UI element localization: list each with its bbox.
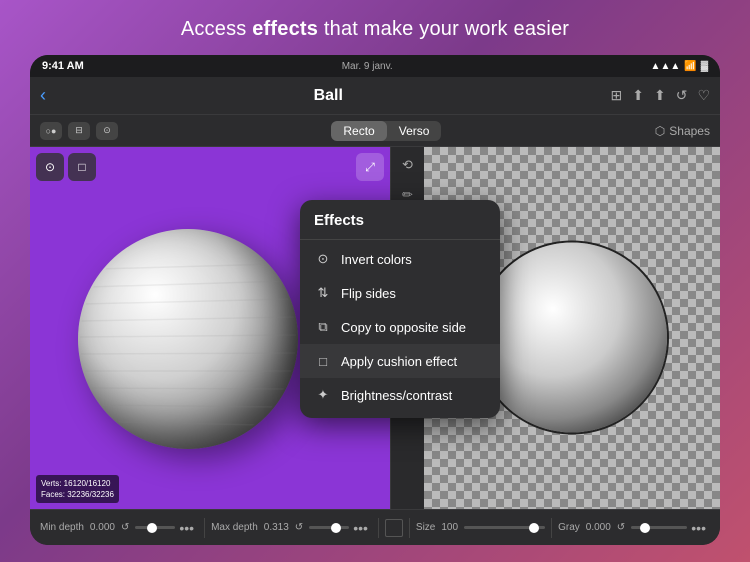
canvas-btn-top-right: ⤢ bbox=[356, 153, 384, 181]
tabs-left: ○● ⊟ ⊙ bbox=[40, 122, 118, 140]
invert-icon: ⊙ bbox=[314, 250, 332, 268]
headline: Access effects that make your work easie… bbox=[181, 18, 569, 41]
size-value: 100 bbox=[441, 522, 458, 533]
bottom-bar: Min depth 0.000 ↺ ••• Max depth 0.313 ↺ … bbox=[30, 509, 720, 545]
max-depth-label: Max depth bbox=[211, 522, 258, 533]
max-depth-reset[interactable]: ↺ bbox=[295, 522, 303, 533]
gray-control: Gray 0.000 ↺ bbox=[558, 522, 687, 533]
shapes-button[interactable]: ⬡ Shapes bbox=[655, 124, 710, 138]
effect-brightness[interactable]: ✦ Brightness/contrast bbox=[300, 378, 500, 412]
tab-verso[interactable]: Verso bbox=[387, 121, 442, 141]
recto-verso-tabs: Recto Verso bbox=[331, 121, 441, 141]
gray-value: 0.000 bbox=[586, 522, 611, 533]
effect-copy-opposite[interactable]: ⧉ Copy to opposite side bbox=[300, 310, 500, 344]
share-icon[interactable]: ⬆ bbox=[654, 87, 666, 104]
gradient-ball bbox=[477, 243, 667, 433]
size-label: Size bbox=[416, 522, 435, 533]
min-depth-label: Min depth bbox=[40, 522, 84, 533]
flip-icon: ⇅ bbox=[314, 284, 332, 302]
status-date: Mar. 9 janv. bbox=[342, 61, 393, 72]
max-depth-value: 0.313 bbox=[264, 522, 289, 533]
3d-tool-2[interactable]: □ bbox=[68, 153, 96, 181]
grid-icon[interactable]: ⊞ bbox=[611, 87, 623, 104]
battery-icon: ▓ bbox=[701, 61, 708, 72]
tool-rotate[interactable]: ⟲ bbox=[394, 151, 422, 179]
more-btn-1[interactable]: ••• bbox=[175, 520, 198, 536]
view-mode-2[interactable]: ⊟ bbox=[68, 122, 90, 140]
fullscreen-button[interactable]: ⤢ bbox=[356, 153, 384, 181]
view-mode-1[interactable]: ○● bbox=[40, 122, 62, 140]
effect-flip-sides[interactable]: ⇅ Flip sides bbox=[300, 276, 500, 310]
size-control: Size 100 bbox=[416, 522, 545, 533]
view-mode-3[interactable]: ⊙ bbox=[96, 122, 118, 140]
ipad-frame: 9:41 AM Mar. 9 janv. ▲▲▲ 📶 ▓ ‹ Ball ⊞ ⬆ … bbox=[30, 55, 720, 545]
max-depth-slider[interactable] bbox=[309, 526, 349, 529]
min-depth-control: Min depth 0.000 ↺ bbox=[40, 522, 175, 533]
more-btn-2[interactable]: ••• bbox=[349, 520, 372, 536]
effect-cushion[interactable]: □ Apply cushion effect bbox=[300, 344, 500, 378]
min-depth-slider[interactable] bbox=[135, 526, 175, 529]
max-depth-control: Max depth 0.313 ↺ bbox=[211, 522, 349, 533]
wifi-icon: 📶 bbox=[684, 61, 696, 72]
more-btn-3[interactable]: ••• bbox=[687, 520, 710, 536]
size-slider[interactable] bbox=[464, 526, 545, 529]
status-bar: 9:41 AM Mar. 9 janv. ▲▲▲ 📶 ▓ bbox=[30, 55, 720, 77]
effects-title: Effects bbox=[300, 212, 500, 237]
gray-label: Gray bbox=[558, 522, 580, 533]
brightness-icon: ✦ bbox=[314, 386, 332, 404]
heart-icon[interactable]: ♡ bbox=[697, 87, 710, 104]
tabs-row: ○● ⊟ ⊙ Recto Verso ⬡ Shapes bbox=[30, 115, 720, 147]
shapes-icon: ⬡ bbox=[655, 124, 665, 138]
cushion-icon: □ bbox=[314, 352, 332, 370]
download-icon[interactable]: ⬆ bbox=[632, 87, 644, 104]
color-swatch[interactable] bbox=[385, 519, 403, 537]
refresh-icon[interactable]: ↺ bbox=[676, 87, 688, 104]
status-icons: ▲▲▲ 📶 ▓ bbox=[651, 61, 708, 72]
title-bar-right: ⊞ ⬆ ⬆ ↺ ♡ bbox=[611, 87, 711, 104]
canvas-toolbar-top: ⊙ □ bbox=[36, 153, 96, 181]
title-bar: ‹ Ball ⊞ ⬆ ⬆ ↺ ♡ bbox=[30, 77, 720, 115]
headline-bold: effects bbox=[252, 18, 318, 40]
tab-recto[interactable]: Recto bbox=[331, 121, 386, 141]
gray-reset[interactable]: ↺ bbox=[617, 522, 625, 533]
app-title: Ball bbox=[46, 87, 611, 105]
min-depth-reset[interactable]: ↺ bbox=[121, 522, 129, 533]
status-time: 9:41 AM bbox=[42, 60, 84, 72]
effects-menu: Effects ⊙ Invert colors ⇅ Flip sides ⧉ C… bbox=[300, 200, 500, 418]
signal-icon: ▲▲▲ bbox=[651, 61, 681, 72]
main-area: ⊙ □ ⤢ bbox=[30, 147, 720, 509]
copy-icon: ⧉ bbox=[314, 318, 332, 336]
3d-tool-1[interactable]: ⊙ bbox=[36, 153, 64, 181]
effect-invert-colors[interactable]: ⊙ Invert colors bbox=[300, 242, 500, 276]
min-depth-value: 0.000 bbox=[90, 522, 115, 533]
stats-overlay: Verts: 16120/16120 Faces: 32236/32236 bbox=[36, 475, 119, 503]
3d-ball bbox=[78, 229, 298, 449]
gray-slider[interactable] bbox=[631, 526, 687, 529]
